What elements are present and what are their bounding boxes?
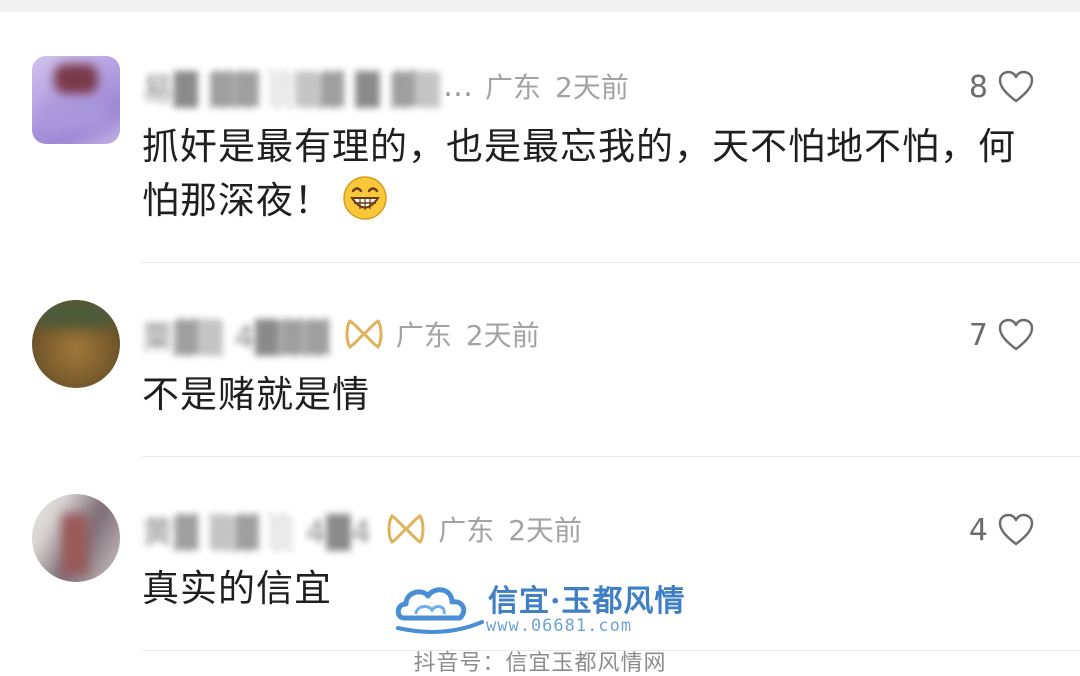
comment-meta: 黄▓ ▒▓ ░ 4█4 广东 2天前 [142,507,583,552]
heart-icon[interactable] [998,318,1034,352]
heart-icon[interactable] [998,70,1034,104]
like-count: 8 [968,69,988,105]
comment-list-screen: 易█ ▓▓ ░▒▓ █ ▓▒ … 广东 2天前 8 抓奸是最有理的，也是最忘我的… [0,0,1080,676]
comment-text-body: 抓奸是最有理的，也是最忘我的，天不怕地不怕，何怕那深夜！ [142,125,1016,222]
comment-text-body: 真实的信宜 [142,567,332,610]
like-control[interactable]: 4 [969,510,1034,550]
avatar[interactable] [32,56,120,144]
watermark: 信宜·玉都风情 www.06681.com [394,576,694,636]
watermark-url: www.06681.com [486,616,633,636]
username[interactable]: 易█ ▓▓ ░▒▓ █ ▓▒ [142,64,441,109]
fan-badge-icon [387,514,425,544]
location-label: 广东 [484,71,541,104]
like-control[interactable]: 8 [969,67,1034,107]
heart-icon[interactable] [998,513,1034,547]
timestamp: 2天前 [555,71,629,104]
divider [142,456,1080,457]
username-ellipsis: … [442,68,473,104]
comment-text: 抓奸是最有理的，也是最忘我的，天不怕地不怕，何怕那深夜！ [142,120,1042,228]
like-count: 7 [968,317,988,353]
like-control[interactable]: 7 [969,315,1034,355]
username[interactable]: 粟▓▒ 4█▓▓ [142,312,330,357]
avatar[interactable] [32,300,120,388]
username[interactable]: 黄▓ ▒▓ ░ 4█4 [142,507,372,552]
comment-text: 不是赌就是情 [142,368,1042,422]
comment-meta: 粟▓▒ 4█▓▓ 广东 2天前 [142,312,540,357]
grinning-face-icon [343,176,387,220]
timestamp: 2天前 [465,319,540,352]
watermark-title: 信宜·玉都风情 [488,584,686,619]
divider [142,262,1080,263]
avatar[interactable] [32,494,120,582]
cloud-logo-icon [395,587,484,634]
fan-badge-icon [345,319,383,349]
comment-meta: 易█ ▓▓ ░▒▓ █ ▓▒ … 广东 2天前 [142,64,629,109]
location-label: 广东 [395,319,452,352]
timestamp: 2天前 [508,514,583,547]
douyin-id-label: 抖音号：信宜玉都风情网 [413,651,667,676]
like-count: 4 [968,512,988,548]
top-strip [0,0,1080,12]
comment-text-body: 不是赌就是情 [142,373,370,416]
location-label: 广东 [438,514,495,547]
